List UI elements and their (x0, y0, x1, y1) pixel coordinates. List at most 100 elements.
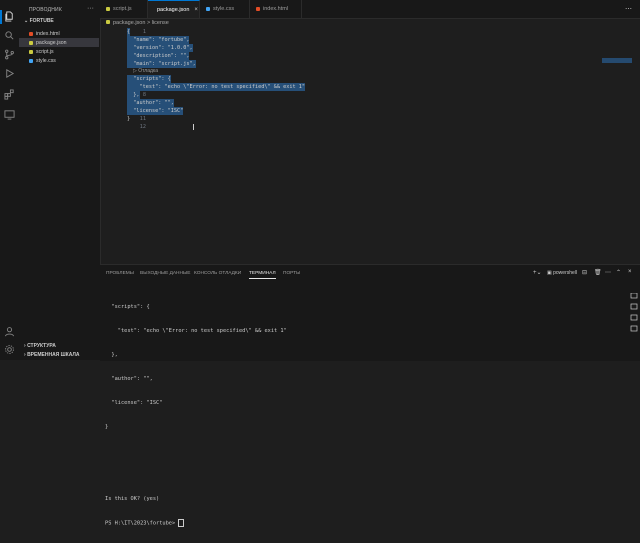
source-control-icon[interactable] (4, 49, 15, 60)
split-terminal-icon[interactable]: ⊟ (582, 269, 587, 276)
line-text: "description": "", (127, 52, 190, 60)
terminal-side-icons (630, 292, 638, 333)
new-terminal-icon[interactable]: +⌄ (533, 269, 542, 276)
terminal-line: }, (105, 352, 118, 358)
breadcrumb-separator: > (146, 20, 151, 26)
explorer-icon[interactable] (4, 11, 15, 22)
explorer-title: ПРОВОДНИК (29, 7, 62, 13)
outline-label: СТРУКТУРА (27, 343, 56, 349)
tab-ports[interactable]: ПОРТЫ (283, 271, 300, 276)
css-file-icon (206, 7, 210, 11)
close-panel-icon[interactable]: × (628, 269, 632, 275)
code-editor[interactable]: 1{ 2 "name": "fortube", 3 "version": "1.… (100, 28, 640, 264)
kill-terminal-icon[interactable]: 🗑 (594, 269, 602, 276)
line-text: "name": "fortube", (127, 36, 190, 44)
code-line: 10 "license": "ISC" (100, 107, 600, 115)
file-item-index-html[interactable]: index.html (29, 29, 99, 38)
timeline-label: ВРЕМЕННАЯ ШКАЛА (27, 352, 80, 358)
code-line: 5 "main": "script.js", (100, 60, 600, 68)
terminal-line: "scripts": { (105, 304, 150, 310)
code-line: 3 "version": "1.0.0", (100, 44, 600, 52)
tab-terminal[interactable]: ТЕРМИНАЛ (249, 271, 276, 279)
more-actions-icon[interactable]: ⋯ (605, 269, 611, 276)
more-actions-icon[interactable]: ··· (87, 5, 94, 12)
line-text: "license": "ISC" (127, 107, 184, 115)
extensions-icon[interactable] (4, 89, 15, 100)
json-file-icon (106, 20, 110, 24)
terminal-line: Is this OK? (yes) (105, 496, 160, 502)
file-item-style-css[interactable]: style.css (29, 56, 99, 65)
html-file-icon (29, 31, 33, 36)
tab-script-js[interactable]: script.js (100, 0, 148, 18)
code-line: 2 "name": "fortube", (100, 36, 600, 44)
code-line: 11} (100, 115, 600, 123)
code-line: 6 "scripts": { (100, 75, 600, 83)
minimap-selection[interactable] (602, 58, 632, 63)
js-file-icon (29, 49, 33, 54)
file-item-package-json[interactable]: package.json (19, 38, 99, 47)
search-icon[interactable] (4, 30, 15, 41)
terminal-output[interactable]: "scripts": { "test": "echo \"Error: no t… (105, 287, 287, 543)
breadcrumb-item[interactable]: license (152, 20, 169, 26)
line-text: "main": "script.js", (127, 60, 196, 68)
line-text: "scripts": { (127, 75, 171, 83)
line-text: }, (127, 91, 140, 99)
js-file-icon (106, 7, 110, 11)
tab-package-json[interactable]: package.json × (148, 0, 200, 18)
line-text: "author": "", (127, 99, 174, 107)
folder-name: FORTUBE (29, 18, 54, 24)
terminal-line: "author": "", (105, 376, 153, 382)
debug-codelens[interactable]: ▷ Отладка (133, 68, 158, 74)
tab-label: package.json (157, 6, 190, 13)
close-tab-icon[interactable]: × (194, 7, 198, 13)
remote-explorer-icon[interactable] (4, 109, 15, 120)
tab-index-html[interactable]: index.html (250, 0, 302, 18)
editor-tab-bar: script.js package.json × style.css index… (100, 0, 640, 19)
code-line: 9 "author": "", (100, 99, 600, 107)
line-text: "test": "echo \"Error: no test specified… (127, 83, 306, 91)
code-line: 12 (100, 123, 600, 131)
more-actions-icon[interactable]: ⋯ (625, 5, 632, 13)
tab-output[interactable]: ВЫХОДНЫЕ ДАННЫЕ (140, 271, 190, 276)
run-debug-icon[interactable] (4, 68, 15, 79)
timeline-section[interactable]: › ВРЕМЕННАЯ ШКАЛА (24, 352, 80, 358)
code-line: 1{ (100, 28, 600, 36)
explorer-sidebar: ПРОВОДНИК ··· ⌄ FORTUBE index.html packa… (19, 0, 101, 360)
json-file-icon (29, 40, 33, 45)
mouse-cursor (193, 124, 194, 130)
code-line: 7 "test": "echo \"Error: no test specifi… (100, 83, 600, 91)
terminal-line: "test": "echo \"Error: no test specified… (105, 328, 287, 334)
outline-section[interactable]: › СТРУКТУРА (24, 343, 56, 349)
file-name: script.js (36, 48, 54, 55)
terminal-prompt-line: PS H:\IT\2023\fortube> (105, 519, 287, 527)
code-line: 4 "description": "", (100, 52, 600, 60)
account-icon[interactable] (4, 326, 15, 337)
file-name: package.json (36, 39, 67, 46)
activity-bar (0, 0, 19, 360)
tab-problems[interactable]: ПРОБЛЕМЫ (106, 271, 134, 276)
code-line: 8 }, (100, 91, 600, 99)
tab-style-css[interactable]: style.css (200, 0, 250, 18)
html-file-icon (256, 7, 260, 11)
workspace-folder[interactable]: ⌄ FORTUBE (24, 18, 54, 24)
line-number: 12 (139, 124, 146, 130)
file-item-script-js[interactable]: script.js (29, 47, 99, 56)
line-text: { (127, 28, 131, 36)
line-text: "version": "1.0.0", (127, 44, 193, 52)
settings-gear-icon[interactable] (4, 344, 15, 355)
file-name: style.css (36, 57, 56, 64)
bottom-panel: ПРОБЛЕМЫ ВЫХОДНЫЕ ДАННЫЕ КОНСОЛЬ ОТЛАДКИ… (100, 264, 640, 527)
line-text: } (127, 116, 131, 122)
terminal-line: } (105, 424, 109, 430)
active-indicator (0, 10, 2, 24)
maximize-panel-icon[interactable]: ⌃ (616, 269, 621, 276)
breadcrumb[interactable]: package.json > license (106, 20, 169, 26)
terminal-icon: ▣ (547, 270, 552, 276)
shell-name: powershell (553, 270, 578, 276)
powershell-selector[interactable]: ▣ powershell (547, 270, 577, 276)
tab-debug-console[interactable]: КОНСОЛЬ ОТЛАДКИ (194, 271, 241, 276)
tab-label: style.css (213, 6, 235, 12)
terminal-prompt: PS H:\IT\2023\fortube> (105, 520, 179, 527)
breadcrumb-file[interactable]: package.json (113, 20, 145, 26)
